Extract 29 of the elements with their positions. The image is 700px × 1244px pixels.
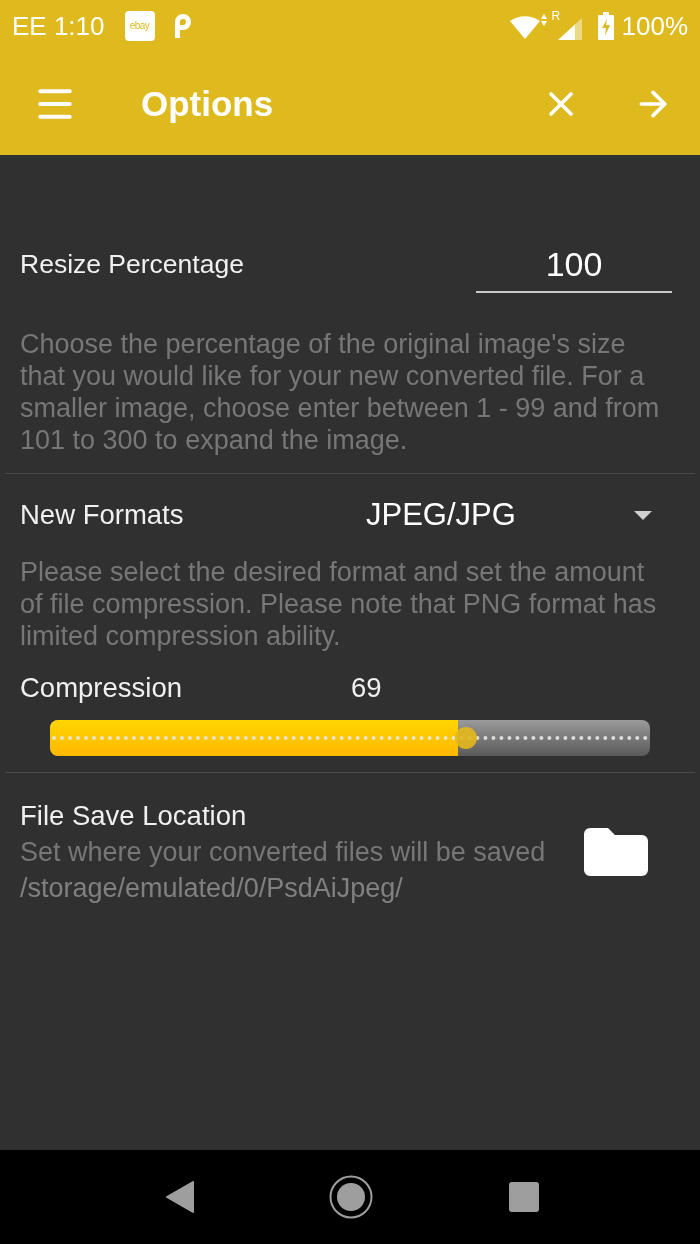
- resize-label: Resize Percentage: [20, 248, 244, 282]
- roaming-indicator: R: [551, 10, 561, 22]
- wifi-icon: [509, 13, 548, 39]
- compression-value: 69: [351, 672, 382, 704]
- formats-label: New Formats: [20, 498, 185, 533]
- signal-icon: [557, 18, 582, 40]
- toolbar-title: Options: [141, 86, 274, 121]
- resize-description: Choose the percentage of the original image's size that you would like for your new converted file. For a smaller image, choose enter between 1 - 99 and from 101 to 300 to expand the image.: [20, 328, 661, 456]
- save-location-path: /storage/emulated/0/PsdAiJpeg/: [20, 872, 404, 905]
- recents-icon: [509, 1182, 539, 1212]
- battery-percentage: 100%: [621, 13, 688, 39]
- save-location-label: File Save Location: [20, 799, 248, 833]
- battery-charging-icon: [597, 12, 614, 40]
- format-dropdown[interactable]: JPEG/JPG: [366, 490, 652, 540]
- slider-thumb[interactable]: [455, 727, 477, 749]
- home-button[interactable]: [328, 1174, 374, 1220]
- carrier-time: EE 1:10: [12, 13, 105, 39]
- home-icon: [329, 1175, 373, 1219]
- dropdown-caret-icon: [634, 510, 652, 520]
- resize-percentage-field[interactable]: 100: [476, 237, 672, 293]
- notification-icon: [172, 14, 193, 38]
- save-location-description: Set where your converted files will be saved: [20, 836, 547, 869]
- compression-label: Compression: [20, 672, 183, 704]
- back-icon: [166, 1181, 194, 1213]
- folder-icon: [584, 828, 648, 876]
- compression-slider-track[interactable]: [50, 720, 650, 756]
- folder-button[interactable]: [584, 828, 648, 876]
- notification-logo: ebay: [124, 11, 155, 41]
- format-description: Please select the desired format and set the amount of file compression. Please note that PNG format has limited compression ability.: [20, 556, 658, 652]
